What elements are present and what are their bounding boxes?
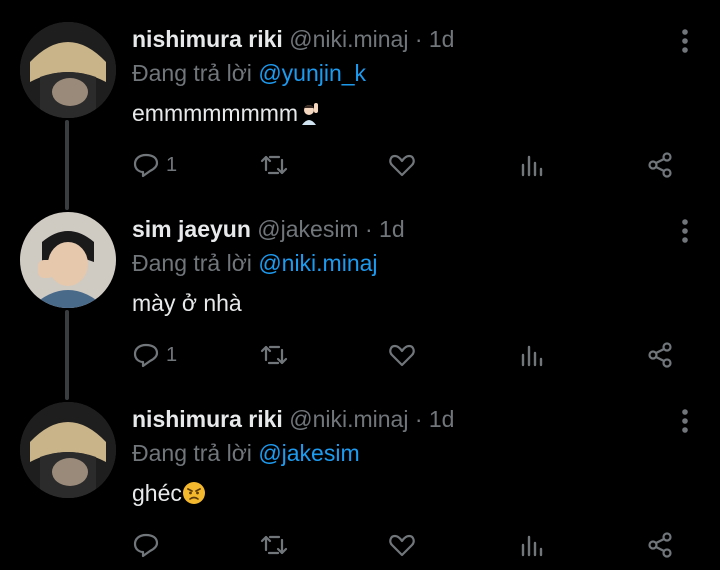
reply-button[interactable]: 1: [132, 150, 177, 180]
like-icon: [389, 534, 415, 557]
avatar-image-jaeyun: [20, 212, 116, 308]
retweet-button[interactable]: [260, 530, 288, 560]
reply-button[interactable]: 1: [132, 340, 177, 370]
share-button[interactable]: [646, 530, 674, 560]
tweet-body-text: ghéc: [132, 480, 182, 506]
avatar[interactable]: [20, 22, 116, 118]
like-button[interactable]: [388, 150, 416, 180]
replying-to-label: Đang trả lời: [132, 440, 252, 466]
retweet-icon: [260, 345, 288, 365]
avatar-image-niki: [20, 22, 116, 118]
like-icon: [389, 344, 415, 367]
user-handle[interactable]: @niki.minaj: [289, 26, 408, 52]
tweet[interactable]: sim jaeyun @jakesim · 1d Đang trả lời @n…: [0, 190, 720, 380]
timestamp[interactable]: 1d: [379, 216, 405, 242]
user-handle[interactable]: @niki.minaj: [289, 406, 408, 432]
separator-dot: ·: [414, 26, 423, 52]
share-icon: [648, 342, 672, 368]
avatar[interactable]: [20, 212, 116, 308]
avatar-image-niki: [20, 402, 116, 498]
like-button[interactable]: [388, 340, 416, 370]
display-name[interactable]: sim jaeyun: [132, 216, 251, 242]
replying-to: Đang trả lời @niki.minaj: [132, 250, 378, 277]
views-button[interactable]: [518, 150, 546, 180]
angry-face-emoji-icon: [182, 482, 205, 504]
tweet-actions: 1: [132, 340, 692, 370]
share-icon: [648, 532, 672, 558]
mention-link[interactable]: @niki.minaj: [258, 250, 377, 276]
tweet-body-text: mày ở nhà: [132, 290, 242, 316]
person-raising-hand-emoji-icon: [302, 103, 319, 125]
views-icon: [521, 155, 543, 177]
tweet-header: nishimura riki @niki.minaj · 1d: [132, 26, 454, 53]
display-name[interactable]: nishimura riki: [132, 26, 283, 52]
replying-to: Đang trả lời @yunjin_k: [132, 60, 366, 87]
retweet-icon: [260, 535, 288, 555]
share-button[interactable]: [646, 340, 674, 370]
timestamp[interactable]: 1d: [429, 406, 455, 432]
tweet-header: nishimura riki @niki.minaj · 1d: [132, 406, 454, 433]
reply-icon: [133, 343, 159, 368]
replying-to-label: Đang trả lời: [132, 60, 252, 86]
avatar[interactable]: [20, 402, 116, 498]
retweet-button[interactable]: [260, 340, 288, 370]
user-handle[interactable]: @jakesim: [257, 216, 358, 242]
mention-link[interactable]: @yunjin_k: [258, 60, 366, 86]
replying-to: Đang trả lời @jakesim: [132, 440, 360, 467]
tweet-actions: [132, 530, 692, 560]
retweet-icon: [260, 155, 288, 175]
share-button[interactable]: [646, 150, 674, 180]
tweet[interactable]: nishimura riki @niki.minaj · 1d Đang trả…: [0, 0, 720, 190]
tweet-text: ghéc: [132, 480, 206, 507]
views-button[interactable]: [518, 530, 546, 560]
like-button[interactable]: [388, 530, 416, 560]
tweet-text: mày ở nhà: [132, 290, 242, 317]
reply-count: 1: [166, 343, 178, 366]
retweet-button[interactable]: [260, 150, 288, 180]
tweet-text: emmmmmmmm: [132, 100, 322, 127]
separator-dot: ·: [414, 406, 423, 432]
timestamp[interactable]: 1d: [429, 26, 455, 52]
more-options-icon[interactable]: [680, 218, 690, 244]
views-button[interactable]: [518, 340, 546, 370]
like-icon: [389, 154, 415, 177]
reply-button[interactable]: [132, 530, 166, 560]
tweet-actions: 1: [132, 150, 692, 180]
views-icon: [521, 535, 543, 557]
tweet-body-text: emmmmmmmm: [132, 100, 299, 126]
views-icon: [521, 345, 543, 367]
reply-icon: [133, 153, 159, 178]
reply-icon: [133, 533, 159, 558]
tweet[interactable]: nishimura riki @niki.minaj · 1d Đang trả…: [0, 380, 720, 570]
replying-to-label: Đang trả lời: [132, 250, 252, 276]
mention-link[interactable]: @jakesim: [258, 440, 359, 466]
more-options-icon[interactable]: [680, 28, 690, 54]
separator-dot: ·: [364, 216, 373, 242]
tweet-header: sim jaeyun @jakesim · 1d: [132, 216, 405, 243]
share-icon: [648, 152, 672, 178]
reply-count: 1: [166, 153, 178, 176]
more-options-icon[interactable]: [680, 408, 690, 434]
display-name[interactable]: nishimura riki: [132, 406, 283, 432]
